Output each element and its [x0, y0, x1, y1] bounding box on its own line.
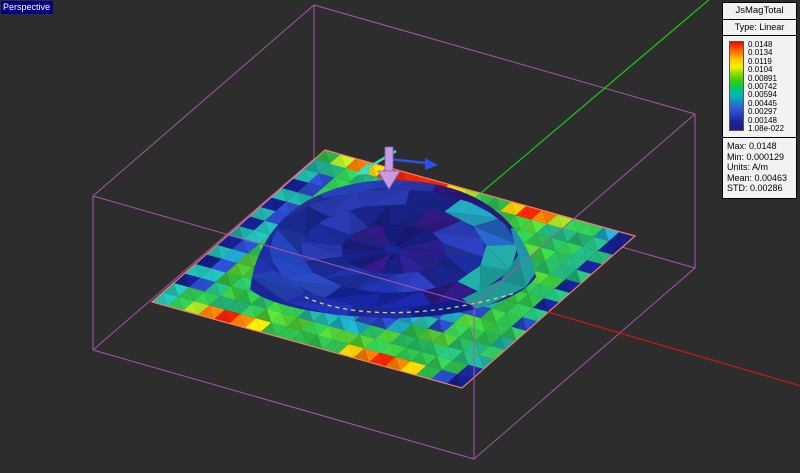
- scene-3d-view[interactable]: [0, 0, 800, 473]
- field-legend-panel: JsMagTotal Type: Linear 0.0148 0.0134 0.01…: [722, 2, 797, 199]
- axis-y-green: [480, 0, 710, 194]
- legend-scale-type: Type: Linear: [723, 20, 796, 36]
- colorbar: [729, 41, 744, 131]
- colorbar-values: 0.0148 0.0134 0.0119 0.0104 0.00891 0.00742 0.…: [748, 40, 785, 133]
- viewport-3d[interactable]: Perspective JsMagTotal Type: Linear 0.01…: [0, 0, 800, 473]
- view-mode-label: Perspective: [1, 1, 54, 14]
- legend-stats: Max: 0.0148 Min: 0.000129 Units: A/m Mean: …: [727, 141, 788, 193]
- axis-x-red: [547, 311, 800, 387]
- legend-title: JsMagTotal: [723, 3, 796, 20]
- legend-color-scale: 0.0148 0.0134 0.0119 0.0104 0.00891 0.00742 0.…: [723, 36, 796, 138]
